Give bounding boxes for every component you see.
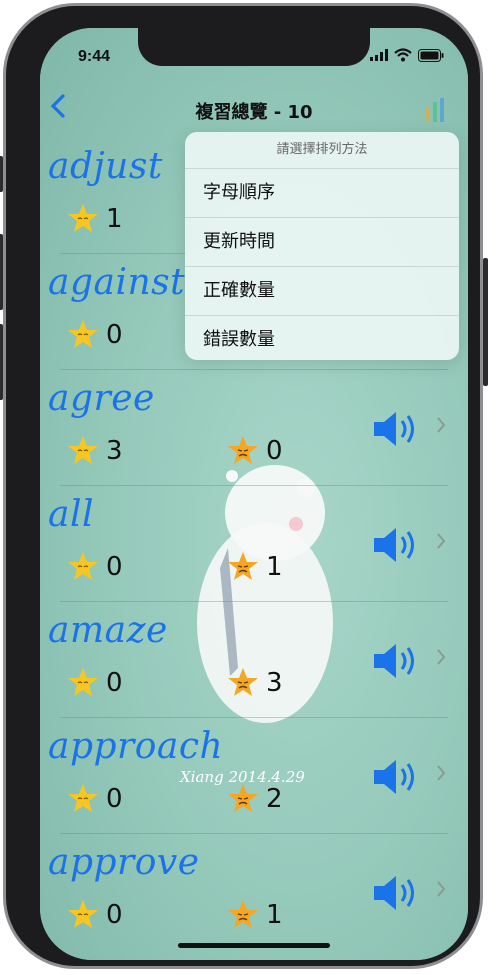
correct-count: 0: [66, 666, 123, 700]
navigation-bar: 複習總覽 - 10: [40, 90, 468, 130]
word-label: all: [48, 494, 94, 535]
happy-star-icon: [68, 320, 98, 348]
volume-up-button: [0, 234, 3, 310]
correct-value: 0: [106, 552, 123, 582]
word-label: against: [48, 262, 186, 303]
speaker-icon[interactable]: [372, 872, 420, 914]
word-label: approach: [48, 726, 224, 767]
correct-count: 0: [66, 782, 123, 816]
correct-value: 1: [106, 204, 123, 234]
wrong-count: 1: [226, 898, 283, 932]
happy-star-icon: [68, 900, 98, 928]
happy-star-icon: [68, 668, 98, 696]
home-indicator[interactable]: [178, 943, 330, 948]
sort-option-updated-time[interactable]: 更新時間: [185, 218, 459, 267]
sort-menu: 請選擇排列方法 字母順序 更新時間 正確數量 錯誤數量: [185, 132, 459, 360]
wrong-value: 1: [266, 552, 283, 582]
wrong-value: 3: [266, 668, 283, 698]
mute-switch: [0, 156, 3, 192]
word-row[interactable]: agree 3 0: [40, 370, 468, 486]
power-button: [483, 258, 488, 386]
background-signature: Xiang 2014.4.29: [180, 768, 305, 786]
chevron-right-icon[interactable]: [436, 880, 446, 898]
cellular-signal-icon: [370, 49, 388, 61]
status-time: 9:44: [78, 48, 111, 65]
correct-value: 0: [106, 784, 123, 814]
happy-star-icon: [68, 436, 98, 464]
volume-down-button: [0, 324, 3, 400]
correct-value: 3: [106, 436, 123, 466]
chevron-right-icon[interactable]: [436, 416, 446, 434]
sad-star-icon: [228, 668, 258, 696]
page-title: 複習總覽 - 10: [195, 102, 313, 123]
wrong-count: 3: [226, 666, 283, 700]
wrong-count: 0: [226, 434, 283, 468]
word-label: adjust: [48, 146, 163, 187]
wrong-count: 2: [226, 782, 283, 816]
notch: [138, 28, 370, 66]
sort-menu-title: 請選擇排列方法: [185, 132, 459, 169]
speaker-icon[interactable]: [372, 524, 420, 566]
correct-count: 1: [66, 202, 123, 236]
sad-star-icon: [228, 784, 258, 812]
sad-star-icon: [228, 552, 258, 580]
word-label: amaze: [48, 610, 168, 651]
sort-option-wrong-count[interactable]: 錯誤數量: [185, 316, 459, 360]
correct-count: 0: [66, 898, 123, 932]
correct-value: 0: [106, 320, 123, 350]
sad-star-icon: [228, 900, 258, 928]
wrong-value: 2: [266, 784, 283, 814]
chevron-right-icon[interactable]: [436, 764, 446, 782]
sad-star-icon: [228, 436, 258, 464]
happy-star-icon: [68, 784, 98, 812]
battery-icon: [418, 48, 444, 62]
sort-option-alphabetical[interactable]: 字母順序: [185, 169, 459, 218]
happy-star-icon: [68, 552, 98, 580]
wifi-icon: [394, 48, 412, 62]
chevron-right-icon[interactable]: [436, 648, 446, 666]
correct-value: 0: [106, 668, 123, 698]
speaker-icon[interactable]: [372, 408, 420, 450]
chevron-right-icon[interactable]: [436, 532, 446, 550]
wrong-value: 0: [266, 436, 283, 466]
correct-value: 0: [106, 900, 123, 930]
status-icons: [370, 48, 444, 62]
correct-count: 3: [66, 434, 123, 468]
speaker-icon[interactable]: [372, 756, 420, 798]
word-row[interactable]: approve 0 1: [40, 834, 468, 950]
word-label: approve: [48, 842, 200, 883]
phone-frame: Xiang 2014.4.29 9:44 複習總覽 - 10 adjust 1 …: [0, 3, 488, 969]
wrong-value: 1: [266, 900, 283, 930]
word-row[interactable]: amaze 0 3: [40, 602, 468, 718]
word-row[interactable]: all 0 1: [40, 486, 468, 602]
screen: Xiang 2014.4.29 9:44 複習總覽 - 10 adjust 1 …: [40, 28, 468, 960]
correct-count: 0: [66, 550, 123, 584]
sort-icon[interactable]: [424, 96, 454, 124]
wrong-count: 1: [226, 550, 283, 584]
correct-count: 0: [66, 318, 123, 352]
sort-option-correct-count[interactable]: 正確數量: [185, 267, 459, 316]
happy-star-icon: [68, 204, 98, 232]
speaker-icon[interactable]: [372, 640, 420, 682]
word-label: agree: [48, 378, 155, 419]
